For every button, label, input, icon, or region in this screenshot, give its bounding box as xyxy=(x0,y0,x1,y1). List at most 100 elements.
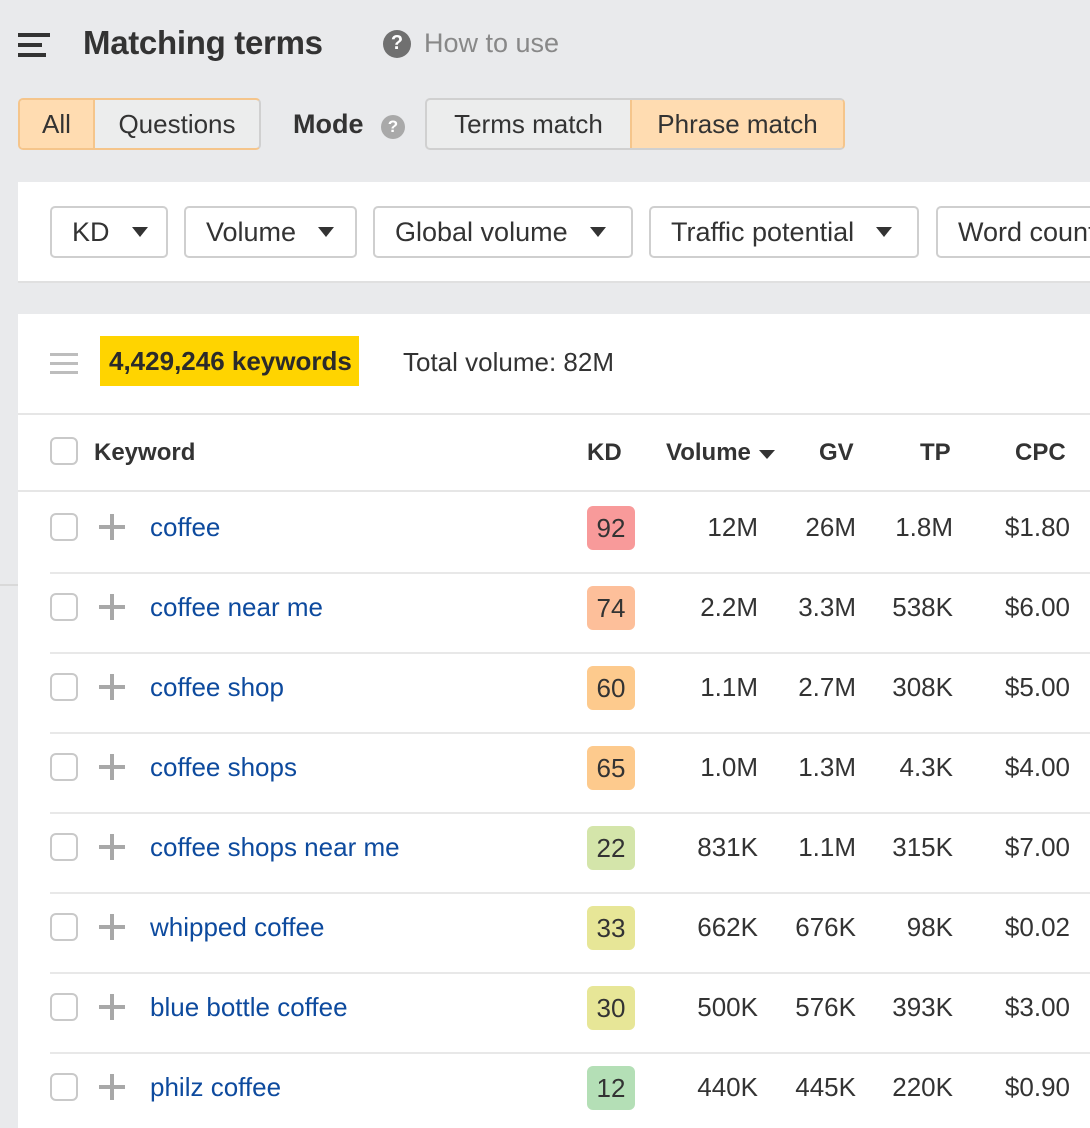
add-to-list-icon[interactable] xyxy=(99,514,125,540)
cpc-value: $0.02 xyxy=(1004,912,1070,942)
column-header-cpc[interactable]: CPC xyxy=(1015,439,1066,467)
traffic-potential-value: 220K xyxy=(892,1072,953,1102)
row-checkbox[interactable] xyxy=(50,593,78,621)
mode-help-icon[interactable]: ? xyxy=(381,115,405,139)
hamburger-menu-icon[interactable] xyxy=(18,33,50,57)
column-header-kd[interactable]: KD xyxy=(587,439,622,467)
keyword-link[interactable]: coffee shop xyxy=(150,672,284,703)
page-header: Matching terms ? How to use xyxy=(0,0,1090,90)
row-checkbox[interactable] xyxy=(50,913,78,941)
page-title: Matching terms xyxy=(83,24,323,61)
kd-badge: 92 xyxy=(587,506,635,550)
cpc-value: $0.90 xyxy=(1004,1072,1070,1102)
traffic-potential-value: 4.3K xyxy=(899,752,954,782)
volume-value: 1.0M xyxy=(700,752,758,782)
global-volume-value: 3.3M xyxy=(798,592,856,622)
toggle-questions[interactable]: Questions xyxy=(93,100,259,148)
table-row: philz coffee 12 440K 445K 220K $0.90 xyxy=(18,1052,1090,1128)
column-header-volume[interactable]: Volume xyxy=(666,439,775,467)
toggle-all[interactable]: All xyxy=(20,100,93,148)
kd-badge: 74 xyxy=(587,586,635,630)
global-volume-value: 676K xyxy=(795,912,856,942)
results-table-card: 4,429,246 keywords Total volume: 82M Key… xyxy=(18,314,1090,1128)
filter-bar: KD Volume Global volume Traffic potentia… xyxy=(18,182,1090,283)
add-to-list-icon[interactable] xyxy=(99,914,125,940)
kd-badge: 33 xyxy=(587,906,635,950)
row-checkbox[interactable] xyxy=(50,993,78,1021)
total-volume: Total volume: 82M xyxy=(403,347,614,377)
table-row: coffee shops 65 1.0M 1.3M 4.3K $4.00 xyxy=(18,732,1090,812)
volume-value: 500K xyxy=(697,992,758,1022)
global-volume-value: 1.1M xyxy=(798,832,856,862)
volume-value: 831K xyxy=(697,832,758,862)
add-to-list-icon[interactable] xyxy=(99,674,125,700)
table-row: coffee shops near me 22 831K 1.1M 315K $… xyxy=(18,812,1090,892)
keyword-count-badge: 4,429,246 keywords xyxy=(100,336,359,386)
volume-value: 440K xyxy=(697,1072,758,1102)
add-to-list-icon[interactable] xyxy=(99,754,125,780)
columns-menu-icon[interactable] xyxy=(50,352,78,376)
divider xyxy=(0,584,18,586)
results-summary: 4,429,246 keywords Total volume: 82M xyxy=(18,314,1090,415)
cpc-value: $3.00 xyxy=(1004,992,1070,1022)
table-row: coffee near me 74 2.2M 3.3M 538K $6.00 xyxy=(18,572,1090,652)
traffic-potential-value: 308K xyxy=(892,672,953,702)
column-header-tp[interactable]: TP xyxy=(920,439,951,467)
keyword-link[interactable]: coffee xyxy=(150,512,220,543)
kd-badge: 60 xyxy=(587,666,635,710)
table-row: whipped coffee 33 662K 676K 98K $0.02 xyxy=(18,892,1090,972)
filter-label: Volume xyxy=(206,216,297,247)
table-row: blue bottle coffee 30 500K 576K 393K $3.… xyxy=(18,972,1090,1052)
row-checkbox[interactable] xyxy=(50,673,78,701)
how-to-use-label: How to use xyxy=(424,28,560,58)
global-volume-value: 576K xyxy=(795,992,856,1022)
column-header-keyword[interactable]: Keyword xyxy=(94,439,195,467)
traffic-potential-value: 393K xyxy=(892,992,953,1022)
table-row: coffee 92 12M 26M 1.8M $1.80 xyxy=(18,492,1090,572)
volume-value: 2.2M xyxy=(700,592,758,622)
volume-value: 1.1M xyxy=(700,672,758,702)
keyword-link[interactable]: coffee shops xyxy=(150,752,297,783)
kd-badge: 22 xyxy=(587,826,635,870)
toggle-phrase-match[interactable]: Phrase match xyxy=(630,100,843,148)
caret-down-icon xyxy=(876,227,893,237)
add-to-list-icon[interactable] xyxy=(99,1074,125,1100)
filter-kd[interactable]: KD xyxy=(50,206,168,258)
kd-badge: 12 xyxy=(587,1066,635,1110)
select-all-checkbox[interactable] xyxy=(50,437,78,465)
question-circle-icon: ? xyxy=(383,29,411,58)
traffic-potential-value: 1.8M xyxy=(895,512,953,542)
keyword-link[interactable]: whipped coffee xyxy=(150,912,324,943)
keyword-link[interactable]: coffee shops near me xyxy=(150,832,400,863)
keyword-link[interactable]: coffee near me xyxy=(150,592,323,623)
row-checkbox[interactable] xyxy=(50,753,78,781)
add-to-list-icon[interactable] xyxy=(99,594,125,620)
traffic-potential-value: 98K xyxy=(906,912,953,942)
sort-desc-icon xyxy=(758,450,775,459)
caret-down-icon xyxy=(318,227,335,237)
how-to-use-link[interactable]: ? How to use xyxy=(383,28,559,59)
filter-traffic-potential[interactable]: Traffic potential xyxy=(649,206,919,258)
cpc-value: $5.00 xyxy=(1004,672,1070,702)
row-checkbox[interactable] xyxy=(50,513,78,541)
filter-volume[interactable]: Volume xyxy=(184,206,357,258)
filter-word-count[interactable]: Word count xyxy=(936,206,1090,258)
keyword-type-toggle: All Questions xyxy=(18,98,261,150)
cpc-value: $7.00 xyxy=(1004,832,1070,862)
toggle-terms-match[interactable]: Terms match xyxy=(427,100,630,148)
add-to-list-icon[interactable] xyxy=(99,994,125,1020)
column-header-gv[interactable]: GV xyxy=(819,439,854,467)
volume-value: 12M xyxy=(707,512,758,542)
row-checkbox[interactable] xyxy=(50,1073,78,1101)
table-row: coffee shop 60 1.1M 2.7M 308K $5.00 xyxy=(18,652,1090,732)
kd-badge: 65 xyxy=(587,746,635,790)
add-to-list-icon[interactable] xyxy=(99,834,125,860)
keyword-link[interactable]: philz coffee xyxy=(150,1072,281,1103)
cpc-value: $4.00 xyxy=(1004,752,1070,782)
column-header-volume-label: Volume xyxy=(666,439,751,466)
row-checkbox[interactable] xyxy=(50,833,78,861)
caret-down-icon xyxy=(589,227,606,237)
global-volume-value: 1.3M xyxy=(798,752,856,782)
keyword-link[interactable]: blue bottle coffee xyxy=(150,992,348,1023)
filter-global-volume[interactable]: Global volume xyxy=(373,206,633,258)
